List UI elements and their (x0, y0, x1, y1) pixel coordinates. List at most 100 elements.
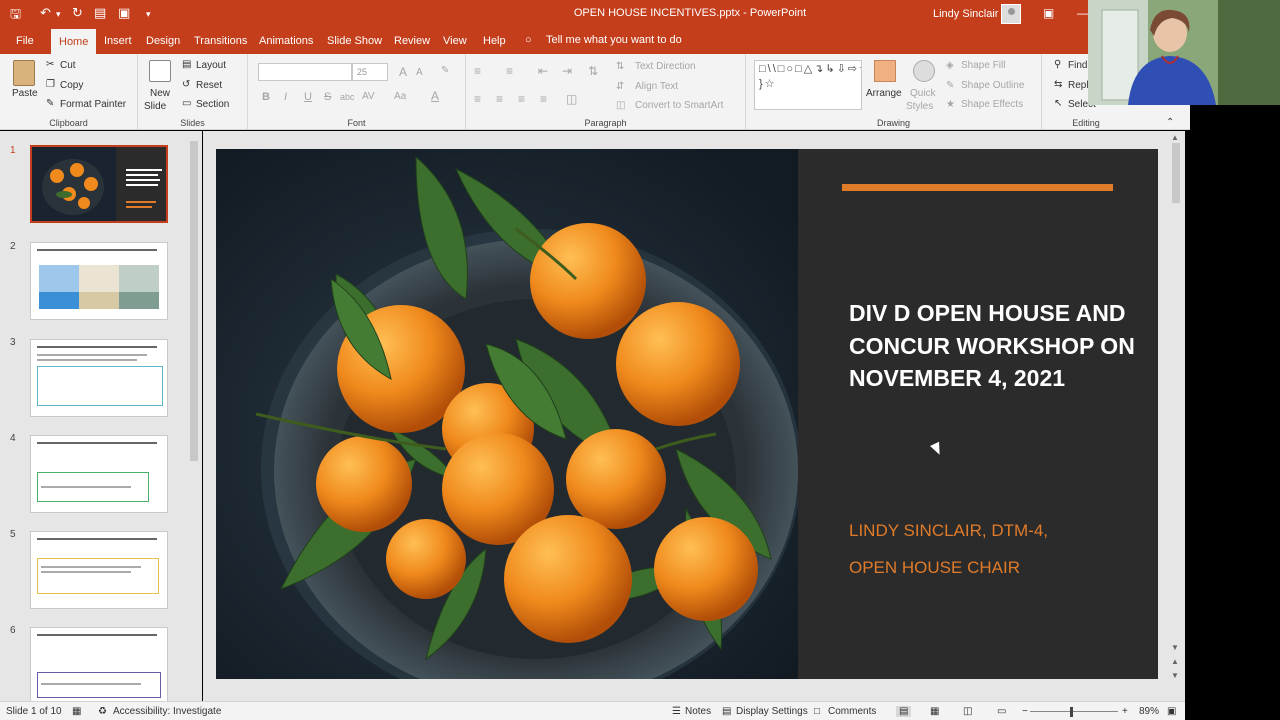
tab-insert[interactable]: Insert (96, 28, 140, 54)
find-button[interactable]: Find (1068, 60, 1087, 71)
bold-button[interactable]: B (262, 91, 270, 103)
paste-button[interactable]: Paste (12, 88, 38, 99)
text-direction-button[interactable]: Text Direction (635, 61, 696, 72)
thumbnail-scrollbar[interactable] (188, 131, 200, 701)
slide-sorter-icon[interactable]: ▦ (930, 706, 939, 717)
shapes-gallery[interactable]: □\\□○□△↴↳⇩⇨★{ }☆ (754, 60, 862, 110)
line-spacing-icon[interactable]: ⇅ (588, 64, 598, 78)
spellcheck-icon[interactable]: ▦ (72, 706, 81, 717)
quick-styles-button[interactable]: Quick (910, 88, 936, 99)
fit-slide-icon[interactable]: ▣ (1167, 706, 1176, 717)
layout-button[interactable]: Layout (196, 60, 226, 71)
font-size-field[interactable]: 25 (352, 63, 388, 81)
reset-button[interactable]: Reset (196, 80, 222, 91)
comments-icon[interactable]: □ (814, 706, 820, 717)
zoom-slider-thumb[interactable] (1070, 707, 1073, 717)
font-name-field[interactable] (258, 63, 352, 81)
scissors-icon[interactable]: ✂ (46, 59, 54, 70)
font-color-button[interactable]: A (431, 89, 439, 103)
slide-thumbnail-6[interactable] (30, 627, 168, 701)
align-center-icon[interactable]: ≡ (496, 92, 503, 106)
section-icon[interactable]: ▭ (182, 98, 191, 109)
new-slide-button-line2[interactable]: Slide (144, 101, 166, 112)
align-text-button[interactable]: Align Text (635, 81, 678, 92)
display-settings-button[interactable]: Display Settings (736, 706, 808, 717)
tab-design[interactable]: Design (138, 28, 188, 54)
quick-styles-button-line2[interactable]: Styles (906, 101, 933, 112)
slide-subtitle-role[interactable]: OPEN HOUSE CHAIR (849, 558, 1020, 578)
paste-icon[interactable] (13, 60, 35, 86)
layout-icon[interactable]: ▤ (182, 59, 191, 70)
copy-button[interactable]: Copy (60, 80, 83, 91)
find-icon[interactable]: ⚲ (1054, 59, 1061, 70)
select-icon[interactable]: ↖ (1054, 98, 1062, 109)
comments-button[interactable]: Comments (828, 706, 876, 717)
numbering-icon[interactable]: ≡ (506, 64, 513, 78)
scroll-up-icon[interactable]: ▲ (1171, 133, 1179, 142)
slide-scrollbar[interactable]: ▲ ▼ ▲ ▼ (1169, 131, 1183, 701)
format-painter-button[interactable]: Format Painter (60, 99, 126, 110)
zoom-slider[interactable] (1030, 711, 1118, 712)
increase-indent-icon[interactable]: ⇥ (562, 64, 572, 78)
current-slide[interactable]: DIV D OPEN HOUSE AND CONCUR WORKSHOP ON … (216, 149, 1158, 679)
underline-button[interactable]: U (304, 91, 312, 103)
copy-icon[interactable]: ❐ (46, 79, 55, 90)
notes-icon[interactable]: ☰ (672, 706, 681, 717)
replace-icon[interactable]: ⇆ (1054, 79, 1062, 90)
slide-subtitle-name[interactable]: LINDY SINCLAIR, DTM-4, (849, 521, 1048, 541)
accessibility-icon[interactable]: ♻ (98, 706, 107, 717)
slide-thumbnail-2[interactable] (30, 242, 168, 320)
reading-view-icon[interactable]: ◫ (963, 706, 972, 717)
quick-styles-icon[interactable] (913, 60, 935, 82)
zoom-in-button[interactable]: + (1122, 706, 1128, 717)
shape-effects-icon[interactable]: ★ (946, 99, 955, 110)
next-slide-icon[interactable]: ▼ (1171, 671, 1179, 680)
tab-transitions[interactable]: Transitions (186, 28, 255, 54)
clear-format-icon[interactable]: ✎ (441, 65, 449, 76)
grow-font-button[interactable]: A (399, 65, 407, 79)
section-button[interactable]: Section (196, 99, 229, 110)
columns-icon[interactable]: ◫ (566, 92, 577, 106)
text-direction-icon[interactable]: ⇅ (616, 61, 624, 72)
normal-view-icon[interactable]: ▤ (896, 706, 912, 717)
smartart-icon[interactable]: ◫ (616, 100, 625, 111)
tab-slide-show[interactable]: Slide Show (319, 28, 390, 54)
shrink-font-button[interactable]: A (416, 67, 423, 78)
cut-button[interactable]: Cut (60, 60, 76, 71)
previous-slide-icon[interactable]: ▲ (1171, 657, 1179, 666)
new-slide-button[interactable]: New (150, 88, 170, 99)
slide-thumbnail-4[interactable] (30, 435, 168, 513)
italic-button[interactable]: I (284, 91, 287, 103)
shape-outline-icon[interactable]: ✎ (946, 80, 954, 91)
tab-file[interactable]: File (8, 28, 42, 54)
zoom-out-button[interactable]: − (1022, 706, 1028, 717)
tab-review[interactable]: Review (386, 28, 438, 54)
character-spacing-button[interactable]: AV (362, 91, 375, 102)
scroll-down-icon[interactable]: ▼ (1171, 643, 1179, 652)
reset-icon[interactable]: ↺ (182, 79, 190, 90)
align-left-icon[interactable]: ≡ (474, 92, 481, 106)
arrange-button[interactable]: Arrange (866, 88, 902, 99)
tab-home[interactable]: Home (51, 29, 97, 54)
zoom-level[interactable]: 89% (1139, 706, 1159, 717)
display-settings-icon[interactable]: ▤ (722, 706, 731, 717)
collapse-ribbon-icon[interactable]: ⌃ (1166, 117, 1174, 128)
slide-thumbnail-5[interactable] (30, 531, 168, 609)
shape-fill-button[interactable]: Shape Fill (961, 60, 1005, 71)
bullets-icon[interactable]: ≡ (474, 64, 481, 78)
slideshow-icon[interactable]: ▭ (997, 706, 1006, 717)
user-name[interactable]: Lindy Sinclair (933, 8, 998, 20)
convert-smartart-button[interactable]: Convert to SmartArt (635, 100, 723, 111)
accessibility-status[interactable]: Accessibility: Investigate (113, 706, 221, 717)
format-painter-icon[interactable]: ✎ (46, 98, 54, 109)
tangerines-photo[interactable] (216, 149, 798, 679)
justify-icon[interactable]: ≡ (540, 92, 547, 106)
align-text-icon[interactable]: ⇵ (616, 81, 624, 92)
notes-button[interactable]: Notes (685, 706, 711, 717)
scrollbar-thumb[interactable] (190, 141, 198, 461)
slide-thumbnail-3[interactable] (30, 339, 168, 417)
tab-view[interactable]: View (435, 28, 475, 54)
arrange-icon[interactable] (874, 60, 896, 82)
strikethrough-button[interactable]: S (324, 91, 331, 103)
decrease-indent-icon[interactable]: ⇤ (538, 64, 548, 78)
